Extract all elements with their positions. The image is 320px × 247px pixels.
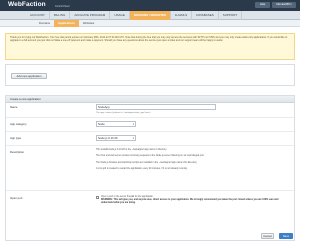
tab-domains[interactable]: Domains bbox=[35, 20, 54, 27]
main-nav: ACCOUNT BILLING AFFILIATE PROGRAM USAGE … bbox=[0, 11, 300, 20]
top-bar: WebFaction Control Panel Help hikmate668… bbox=[0, 0, 300, 11]
nav-support[interactable]: SUPPORT bbox=[219, 11, 243, 20]
notice-text: Thank you for trying out WebFaction. You… bbox=[10, 36, 288, 43]
type-label: App type bbox=[10, 136, 22, 140]
brand-tagline: Control Panel bbox=[55, 5, 70, 8]
help-button[interactable]: Help bbox=[255, 2, 270, 8]
nav-billing[interactable]: BILLING bbox=[50, 11, 71, 20]
category-select[interactable]: Node ▾ bbox=[96, 121, 136, 127]
applications-panel: Add new application bbox=[5, 64, 295, 86]
open-port-text: Open a port in the server firewall for t… bbox=[101, 195, 154, 198]
sub-nav: Domains Applications Websites bbox=[0, 20, 300, 27]
name-label: Name bbox=[10, 105, 18, 109]
cancel-button[interactable]: Cancel bbox=[261, 233, 274, 239]
nav-domains-websites[interactable]: DOMAINS / WEBSITES bbox=[129, 11, 172, 20]
user-menu-button[interactable]: hikmate668 ▾ bbox=[272, 2, 296, 8]
type-row: App type Node.js 0.10.26 ▾ bbox=[6, 132, 294, 146]
name-field[interactable]: NodeApp bbox=[96, 104, 216, 110]
category-label: App category bbox=[10, 122, 27, 126]
description-p2: The front end web server proxies incomin… bbox=[96, 155, 205, 158]
name-row: Name NodeApp The app's name (relative to… bbox=[6, 103, 294, 118]
open-port-row: Open port Open a port in the server fire… bbox=[6, 195, 294, 209]
nav-databases[interactable]: DATABASES bbox=[192, 11, 219, 20]
description-label: Description bbox=[10, 150, 24, 154]
form-title: Create a new application bbox=[6, 96, 294, 103]
open-port-warning: WARNING: This will give you, and anyone … bbox=[101, 198, 279, 204]
description-p1: This installs Node.js 0.10.26 in the ~/w… bbox=[96, 149, 167, 151]
category-value: Node bbox=[98, 122, 105, 126]
brand-name: WebFaction bbox=[8, 1, 46, 8]
chevron-down-icon: ▾ bbox=[132, 137, 134, 140]
name-hint: The app's name (relative to ~/webapps/no… bbox=[96, 112, 151, 114]
add-application-button[interactable]: Add new application bbox=[11, 73, 47, 79]
category-row: App category Node ▾ bbox=[6, 118, 294, 132]
open-port-checkbox[interactable] bbox=[96, 196, 99, 199]
open-port-label: Open port bbox=[10, 196, 23, 200]
description-p4: A cron job is created to restart the app… bbox=[96, 168, 188, 171]
brand-logo[interactable]: WebFaction bbox=[8, 1, 46, 8]
description-text: This installs Node.js 0.10.26 in the ~/w… bbox=[96, 149, 286, 175]
create-application-form: Create a new application Name NodeApp Th… bbox=[5, 95, 295, 241]
chevron-down-icon: ▾ bbox=[132, 123, 134, 126]
nav-account[interactable]: ACCOUNT bbox=[26, 11, 50, 20]
nav-affiliate-program[interactable]: AFFILIATE PROGRAM bbox=[70, 11, 111, 20]
open-port-description: Open a port in the server firewall for t… bbox=[101, 196, 286, 205]
description-row: Description This installs Node.js 0.10.2… bbox=[6, 146, 294, 191]
type-value: Node.js 0.10.26 bbox=[98, 136, 118, 140]
type-select[interactable]: Node.js 0.10.26 ▾ bbox=[96, 135, 136, 141]
tab-applications[interactable]: Applications bbox=[54, 20, 79, 27]
nav-usage[interactable]: USAGE bbox=[110, 11, 130, 20]
trial-notice: Thank you for trying out WebFaction. You… bbox=[5, 33, 295, 60]
tab-websites[interactable]: Websites bbox=[79, 20, 98, 27]
save-button[interactable]: Save bbox=[279, 233, 293, 239]
description-p3: The Node.js binaries and start/stop scri… bbox=[96, 161, 198, 164]
nav-emails[interactable]: E-MAILS bbox=[171, 11, 193, 20]
